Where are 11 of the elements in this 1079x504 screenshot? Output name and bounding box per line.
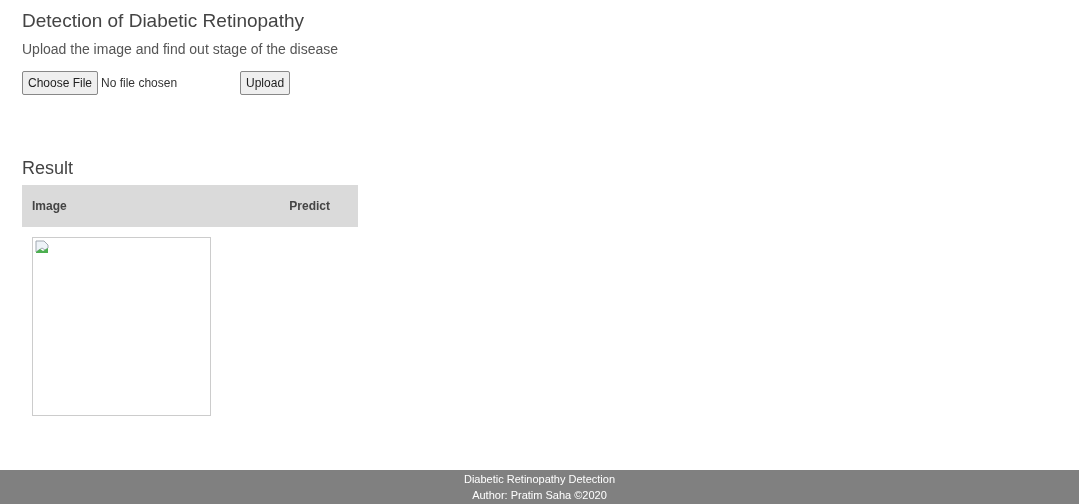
broken-image-icon — [35, 240, 49, 255]
footer-text: Diabetic Retinopathy Detection — [464, 472, 615, 487]
footer-text: Author: Pratim Saha ©2020 — [472, 488, 607, 503]
choose-file-button[interactable]: Choose File — [22, 70, 99, 95]
column-header: Predict — [159, 185, 358, 228]
column-header: Image — [22, 185, 160, 228]
page-title: Detection of Diabetic Retinopathy — [22, 10, 305, 33]
upload-button[interactable]: Upload — [240, 70, 291, 95]
result-heading: Result — [22, 157, 75, 180]
page-subtitle: Upload the image and find out stage of the disease — [22, 39, 339, 59]
file-status: No file chosen — [100, 74, 179, 92]
